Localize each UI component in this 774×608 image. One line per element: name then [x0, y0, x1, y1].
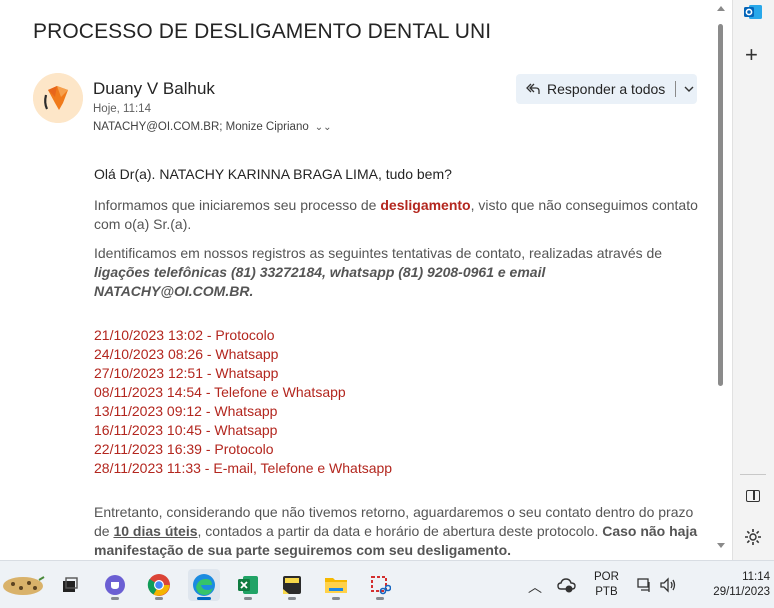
list-item: 22/11/2023 16:39 - Protocolo [94, 441, 274, 457]
gear-icon[interactable] [743, 527, 763, 547]
keyboard-layout: PTB [595, 586, 618, 598]
task-view-icon[interactable] [54, 569, 86, 601]
expand-recipients-icon[interactable]: ⌄⌄ [315, 122, 332, 133]
list-item: 27/10/2023 12:51 - Whatsapp [94, 365, 279, 381]
sender-name[interactable]: Duany V Balhuk [93, 79, 215, 99]
clock-date: 29/11/2023 [713, 586, 770, 598]
reply-all-icon [525, 81, 541, 97]
snipping-tool-icon[interactable] [364, 569, 396, 601]
paragraph-contacts: Identificamos em nossos registros as seg… [94, 244, 704, 301]
language-code: POR [594, 571, 619, 583]
vertical-scrollbar[interactable] [715, 0, 727, 560]
contacts-text: Identificamos em nossos registros as seg… [94, 245, 663, 261]
deadline-text-mid: , contados a partir da data e horário de… [197, 523, 603, 539]
contacts-details: ligações telefônicas (81) 33272184, what… [94, 264, 546, 299]
greeting: Olá Dr(a). NATACHY KARINNA BRAGA LIMA, t… [94, 166, 452, 182]
reply-all-button[interactable]: Responder a todos [516, 74, 697, 104]
list-item: 16/11/2023 10:45 - Whatsapp [94, 422, 278, 438]
scroll-up-arrow-icon[interactable] [717, 6, 725, 11]
running-indicator [332, 597, 340, 600]
paragraph-intro: Informamos que iniciaremos seu processo … [94, 196, 704, 234]
contacts-end: . [249, 283, 254, 299]
edge-icon[interactable] [188, 569, 220, 601]
clock-time: 11:14 [742, 571, 770, 583]
list-item: 13/11/2023 09:12 - Whatsapp [94, 403, 278, 419]
running-indicator [111, 597, 119, 600]
sticky-notes-icon[interactable] [276, 569, 308, 601]
show-hidden-icons-chevron-icon[interactable]: ︿ [528, 577, 542, 597]
running-indicator [244, 597, 252, 600]
active-indicator [197, 597, 211, 600]
widgets-icon[interactable] [0, 569, 46, 601]
deadline-days: 10 dias úteis [113, 523, 198, 539]
app-rail: + [732, 0, 774, 560]
sent-time: Hoje, 11:14 [93, 103, 151, 115]
add-icon[interactable]: + [745, 44, 758, 66]
running-indicator [288, 597, 296, 600]
recipients-line[interactable]: NATACHY@OI.COM.BR; Monize Cipriano ⌄⌄ [93, 121, 332, 133]
list-item: 21/10/2023 13:02 - Protocolo [94, 327, 275, 343]
contact-attempts-list: 21/10/2023 13:02 - Protocolo 24/10/2023 … [94, 326, 704, 478]
dental-uni-logo-icon [33, 73, 83, 123]
side-panel-icon[interactable] [746, 490, 760, 502]
running-indicator [155, 597, 163, 600]
file-explorer-icon[interactable] [320, 569, 352, 601]
intro-text: Informamos que iniciaremos seu processo … [94, 197, 381, 213]
sender-avatar[interactable] [33, 73, 83, 123]
system-clock[interactable]: 11:14 29/11/2023 [690, 570, 770, 600]
list-item: 28/11/2023 11:33 - E-mail, Telefone e Wh… [94, 460, 393, 476]
chrome-icon[interactable] [143, 569, 175, 601]
list-item: 08/11/2023 14:54 - Telefone e Whatsapp [94, 384, 346, 400]
scroll-thumb[interactable] [718, 24, 723, 386]
input-language-indicator[interactable]: POR PTB [594, 570, 619, 600]
scroll-down-arrow-icon[interactable] [717, 543, 725, 548]
divider [740, 474, 766, 475]
desligamento-highlight: desligamento [380, 197, 471, 213]
onedrive-sync-icon[interactable] [557, 576, 577, 594]
chevron-down-icon[interactable] [682, 82, 696, 96]
paragraph-deadline: Entretanto, considerando que não tivemos… [94, 503, 704, 560]
email-reading-pane: PROCESSO DE DESLIGAMENTO DENTAL UNI Duan… [0, 0, 730, 560]
outlook-icon[interactable] [743, 2, 763, 22]
recipients-text: NATACHY@OI.COM.BR; Monize Cipriano [93, 121, 309, 133]
network-icon[interactable] [636, 576, 654, 594]
divider [675, 81, 677, 97]
email-subject: PROCESSO DE DESLIGAMENTO DENTAL UNI [33, 20, 492, 43]
teams-icon[interactable] [99, 569, 131, 601]
excel-icon[interactable] [232, 569, 264, 601]
windows-taskbar: ︿ POR PTB 11:14 29/11/2023 [0, 560, 774, 608]
reply-all-label: Responder a todos [547, 81, 666, 97]
running-indicator [376, 597, 384, 600]
email-body: Olá Dr(a). NATACHY KARINNA BRAGA LIMA, t… [94, 166, 704, 560]
volume-icon[interactable] [659, 576, 677, 594]
list-item: 24/10/2023 08:26 - Whatsapp [94, 346, 279, 362]
